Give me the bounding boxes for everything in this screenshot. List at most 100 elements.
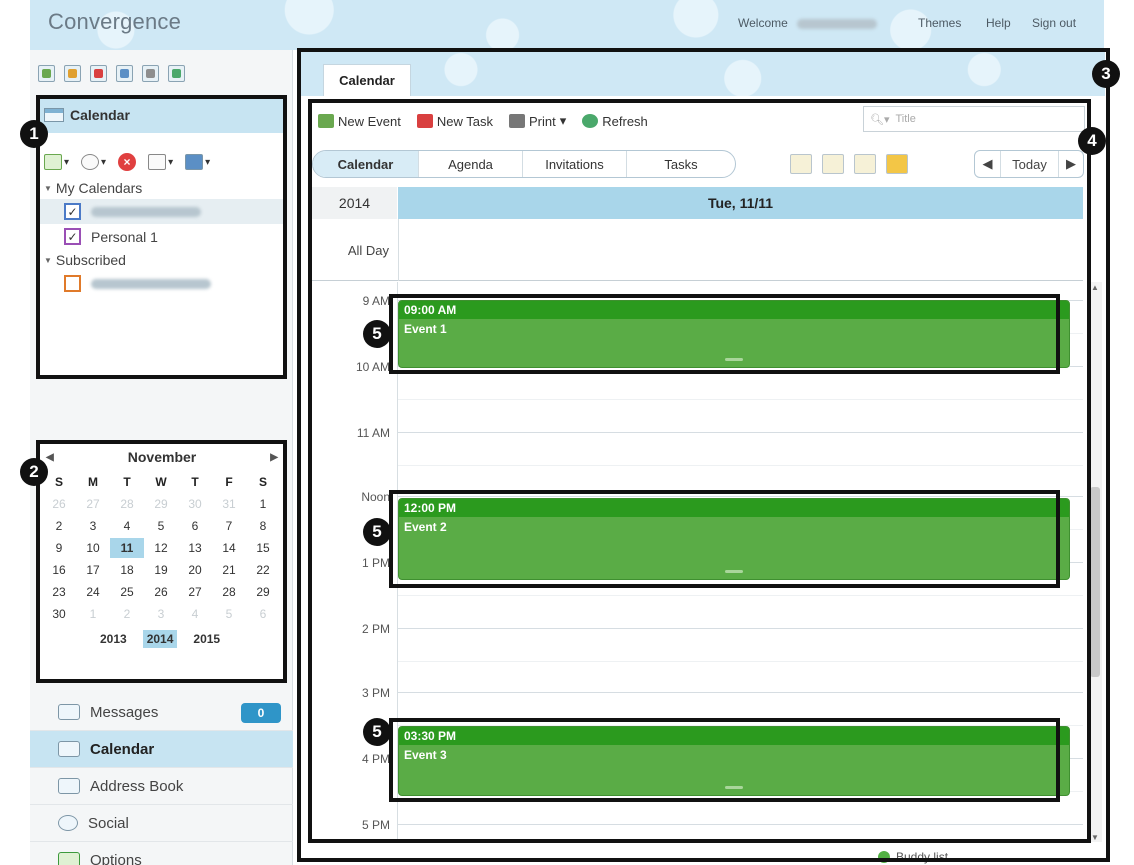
day-cell[interactable]: 4 xyxy=(178,604,212,624)
day-cell[interactable]: 25 xyxy=(110,582,144,602)
resize-handle[interactable] xyxy=(725,570,743,573)
new-event-icon[interactable] xyxy=(38,64,55,82)
delete-icon[interactable]: × xyxy=(118,153,137,171)
refresh-button[interactable]: Refresh xyxy=(582,114,648,129)
day-cell[interactable]: 7 xyxy=(212,516,246,536)
search-input[interactable]: 🔍︎▾ Title xyxy=(863,106,1085,132)
help-link[interactable]: Help xyxy=(986,16,1011,30)
nav-messages[interactable]: Messages 0 xyxy=(30,694,293,731)
day-cell[interactable]: 26 xyxy=(144,582,178,602)
day-cell[interactable]: 29 xyxy=(246,582,280,602)
new-task-icon[interactable] xyxy=(64,64,81,82)
day-cell[interactable]: 6 xyxy=(178,516,212,536)
day-cell[interactable]: 1 xyxy=(246,494,280,514)
day-cell[interactable]: 1 xyxy=(76,604,110,624)
month-view-icon[interactable] xyxy=(854,154,876,174)
tree-group-my-calendars[interactable]: ▼ My Calendars xyxy=(38,177,287,199)
calendar-view-button[interactable]: ▾ xyxy=(148,154,173,170)
calendar-event[interactable]: 09:00 AM Event 1 xyxy=(398,300,1070,368)
day-cell[interactable]: 12 xyxy=(144,538,178,558)
day-cell[interactable]: 29 xyxy=(144,494,178,514)
calendar-item-personal[interactable]: ✓ Personal 1 xyxy=(38,224,287,249)
themes-link[interactable]: Themes xyxy=(918,16,961,30)
sign-out-link[interactable]: Sign out xyxy=(1032,16,1076,30)
export-icon[interactable] xyxy=(142,64,159,82)
calendar-checkbox[interactable]: ✓ xyxy=(64,203,81,220)
day-cell[interactable]: 13 xyxy=(178,538,212,558)
day-cell[interactable]: 30 xyxy=(42,604,76,624)
day-cell[interactable]: 27 xyxy=(178,582,212,602)
calendar-checkbox[interactable]: ✓ xyxy=(64,228,81,245)
nav-social[interactable]: Social xyxy=(30,805,293,842)
day-cell[interactable]: 8 xyxy=(246,516,280,536)
day-cell[interactable]: 5 xyxy=(144,516,178,536)
day-cell[interactable]: 15 xyxy=(246,538,280,558)
scroll-up-icon[interactable]: ▲ xyxy=(1088,282,1102,292)
scroll-thumb[interactable] xyxy=(1090,487,1100,677)
day-cell[interactable]: 14 xyxy=(212,538,246,558)
print-button[interactable]: Print ▾ xyxy=(509,113,566,129)
day-cell[interactable]: 16 xyxy=(42,560,76,580)
buddy-list-toggle[interactable]: Buddy list xyxy=(878,850,948,864)
day-cell[interactable]: 20 xyxy=(178,560,212,580)
day-cell[interactable]: 5 xyxy=(212,604,246,624)
resize-handle[interactable] xyxy=(725,358,743,361)
day-cell[interactable]: 18 xyxy=(110,560,144,580)
view-tab-tasks[interactable]: Tasks xyxy=(627,151,735,177)
year-view-icon[interactable] xyxy=(886,154,908,174)
day-cell[interactable]: 21 xyxy=(212,560,246,580)
year-option[interactable]: 2015 xyxy=(189,630,224,648)
day-cell[interactable]: 27 xyxy=(76,494,110,514)
day-cell[interactable]: 24 xyxy=(76,582,110,602)
day-cell[interactable]: 17 xyxy=(76,560,110,580)
calendar-event[interactable]: 12:00 PM Event 2 xyxy=(398,498,1070,580)
add-calendar-button[interactable]: ▾ xyxy=(44,154,69,170)
day-cell[interactable]: 19 xyxy=(144,560,178,580)
day-cell[interactable]: 3 xyxy=(76,516,110,536)
day-cell[interactable]: 10 xyxy=(76,538,110,558)
next-month-icon[interactable]: ▶ xyxy=(270,452,278,463)
year-option[interactable]: 2013 xyxy=(96,630,131,648)
next-day-icon[interactable]: ▶ xyxy=(1059,151,1083,177)
day-cell[interactable]: 28 xyxy=(212,582,246,602)
day-cell[interactable]: 2 xyxy=(42,516,76,536)
day-cell[interactable]: 28 xyxy=(110,494,144,514)
nav-options[interactable]: Options xyxy=(30,842,293,865)
apps-icon[interactable] xyxy=(168,64,185,82)
view-tab-agenda[interactable]: Agenda xyxy=(419,151,523,177)
day-cell[interactable]: 26 xyxy=(42,494,76,514)
vertical-scrollbar[interactable]: ▲ ▼ xyxy=(1088,282,1102,842)
day-cell[interactable]: 2 xyxy=(110,604,144,624)
calendar-checkbox[interactable] xyxy=(64,275,81,292)
day-cell[interactable]: 31 xyxy=(212,494,246,514)
day-cell-today[interactable]: 11 xyxy=(110,538,144,558)
calendar-share-button[interactable]: ▾ xyxy=(185,154,210,170)
today-button[interactable]: Today xyxy=(1001,151,1059,177)
week-view-icon[interactable] xyxy=(822,154,844,174)
view-tab-calendar[interactable]: Calendar xyxy=(313,151,419,177)
calendar-settings-button[interactable]: ▾ xyxy=(81,154,106,170)
year-option-current[interactable]: 2014 xyxy=(142,630,178,648)
day-cell[interactable]: 4 xyxy=(110,516,144,536)
view-tab-invitations[interactable]: Invitations xyxy=(523,151,627,177)
new-task-button[interactable]: New Task xyxy=(416,114,493,129)
day-cell[interactable]: 6 xyxy=(246,604,280,624)
day-cell[interactable]: 9 xyxy=(42,538,76,558)
day-view-icon[interactable] xyxy=(790,154,812,174)
day-cell[interactable]: 22 xyxy=(246,560,280,580)
calendar-item-subscribed[interactable] xyxy=(38,271,287,296)
all-day-area[interactable] xyxy=(398,219,1083,281)
nav-address-book[interactable]: Address Book xyxy=(30,768,293,805)
tab-calendar[interactable]: Calendar xyxy=(323,64,411,96)
calendar-item-default[interactable]: ✓ xyxy=(38,199,287,224)
day-cell[interactable]: 23 xyxy=(42,582,76,602)
prev-day-icon[interactable]: ◀ xyxy=(975,151,1001,177)
scroll-down-icon[interactable]: ▼ xyxy=(1088,832,1102,842)
new-event-button[interactable]: New Event xyxy=(318,114,401,129)
prev-month-icon[interactable]: ◀ xyxy=(46,452,54,463)
calendar-event[interactable]: 03:30 PM Event 3 xyxy=(398,726,1070,796)
resize-handle[interactable] xyxy=(725,786,743,789)
day-cell[interactable]: 30 xyxy=(178,494,212,514)
compose-icon[interactable] xyxy=(90,64,107,82)
import-icon[interactable] xyxy=(116,64,133,82)
